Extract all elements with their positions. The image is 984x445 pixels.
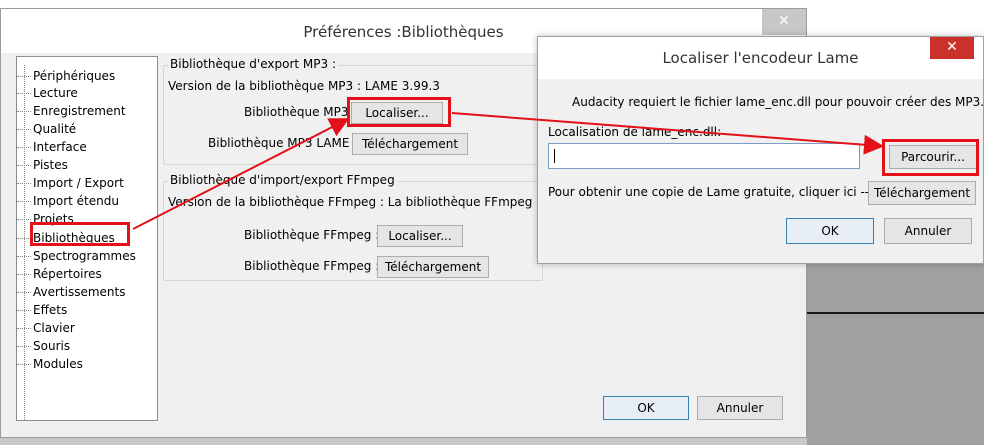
arrow-to-locate [132, 118, 350, 230]
arrow-to-browse [451, 112, 884, 155]
annotation-arrows [132, 112, 884, 230]
